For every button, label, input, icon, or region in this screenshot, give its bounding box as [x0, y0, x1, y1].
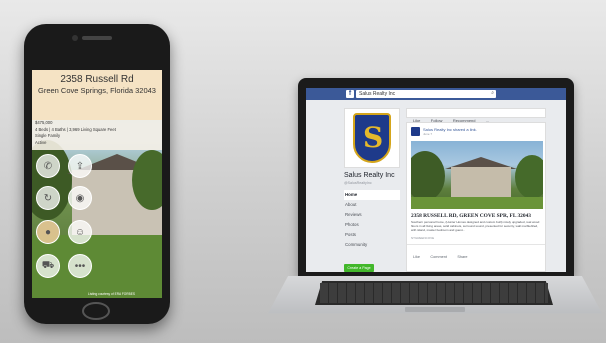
like-button[interactable]: Like: [413, 255, 420, 259]
camera-icon: ◉: [75, 192, 85, 204]
refresh-icon: ↻: [43, 192, 53, 204]
listing-street: 2358 Russell Rd: [60, 74, 134, 85]
listing-credit: Listing courtesy of ERA FORBES: [88, 292, 135, 296]
share-icon: ⇪: [75, 160, 85, 172]
comment-button[interactable]: Comment: [430, 255, 446, 259]
agent-button[interactable]: ☺: [68, 220, 92, 244]
coin-icon: ●: [44, 226, 52, 238]
home-button[interactable]: [82, 302, 110, 320]
phone-icon: ✆: [43, 160, 53, 172]
post-link-source: NTGREENCOVE: [411, 236, 435, 240]
nav-item-home[interactable]: Home: [344, 190, 400, 200]
post-photo[interactable]: [411, 141, 543, 209]
page-handle: @SalusRealtyInc: [344, 181, 372, 185]
phone-screen: 2358 Russell Rd Green Cove Springs, Flor…: [32, 70, 162, 298]
shield-logo-icon: S: [353, 113, 391, 163]
trackpad[interactable]: [405, 307, 465, 312]
create-page-button[interactable]: Create a Page: [344, 264, 374, 272]
directions-button[interactable]: ⛟: [36, 254, 60, 278]
phone-camera: [72, 35, 78, 41]
tree: [411, 151, 445, 201]
facebook-top-bar: f Salus Realty Inc ⌕: [306, 88, 566, 100]
listing-details: $475,000 4 Beds | 4 Baths | 3,969 Living…: [32, 120, 162, 150]
agent-icon: ☺: [74, 226, 86, 238]
facebook-search-input[interactable]: Salus Realty Inc ⌕: [356, 90, 496, 98]
post-link-title[interactable]: 2358 RUSSELL RD, GREEN COVE SPR, FL 3204…: [411, 213, 531, 219]
scene: 2358 Russell Rd Green Cove Springs, Flor…: [0, 0, 606, 343]
call-button[interactable]: ✆: [36, 154, 60, 178]
nav-item-photos[interactable]: Photos: [344, 220, 400, 230]
page-nav: Home About Reviews Photos Posts Communit…: [344, 190, 400, 250]
refresh-button[interactable]: ↻: [36, 186, 60, 210]
listing-address: 2358 Russell Rd Green Cove Springs, Flor…: [32, 70, 162, 120]
post-actions: Like Comment Share: [407, 244, 545, 263]
more-icon: •••: [74, 260, 86, 272]
facebook-logo-icon[interactable]: f: [346, 90, 354, 98]
car-icon: ⛟: [41, 259, 55, 271]
price-button[interactable]: ●: [36, 220, 60, 244]
laptop-screen: f Salus Realty Inc ⌕ S Salus Realty Inc …: [306, 88, 566, 272]
search-icon[interactable]: ⌕: [491, 90, 494, 96]
lawn: [411, 197, 543, 209]
search-text: Salus Realty Inc: [359, 91, 396, 97]
photos-button[interactable]: ◉: [68, 186, 92, 210]
page-actions-bar: Like Follow Recommend ...: [406, 108, 546, 123]
listing-city: Green Cove Springs, Florida 32043: [38, 86, 156, 95]
share-post-button[interactable]: Share: [457, 255, 467, 259]
house: [451, 167, 511, 199]
share-button[interactable]: ⇪: [68, 154, 92, 178]
keyboard-keys: [320, 283, 548, 303]
nav-item-posts[interactable]: Posts: [344, 230, 400, 240]
nav-item-reviews[interactable]: Reviews: [344, 210, 400, 220]
post-card: Salus Realty Inc shared a link. June 7 2…: [406, 122, 546, 272]
nav-item-community[interactable]: Community: [344, 240, 400, 250]
post-link-description: Southern personal home, (Hunter Homes de…: [411, 220, 540, 232]
page-name: Salus Realty Inc: [344, 172, 395, 179]
more-button[interactable]: •••: [68, 254, 92, 278]
logo-letter: S: [363, 121, 384, 154]
listing-status: Active: [35, 139, 47, 145]
tree: [515, 155, 543, 199]
profile-picture[interactable]: S: [344, 108, 400, 168]
laptop-lid: f Salus Realty Inc ⌕ S Salus Realty Inc …: [298, 78, 574, 276]
nav-item-about[interactable]: About: [344, 200, 400, 210]
post-time[interactable]: June 7: [423, 132, 432, 136]
phone-speaker: [82, 36, 112, 40]
phone: 2358 Russell Rd Green Cove Springs, Flor…: [24, 24, 170, 324]
avatar[interactable]: [411, 127, 420, 136]
